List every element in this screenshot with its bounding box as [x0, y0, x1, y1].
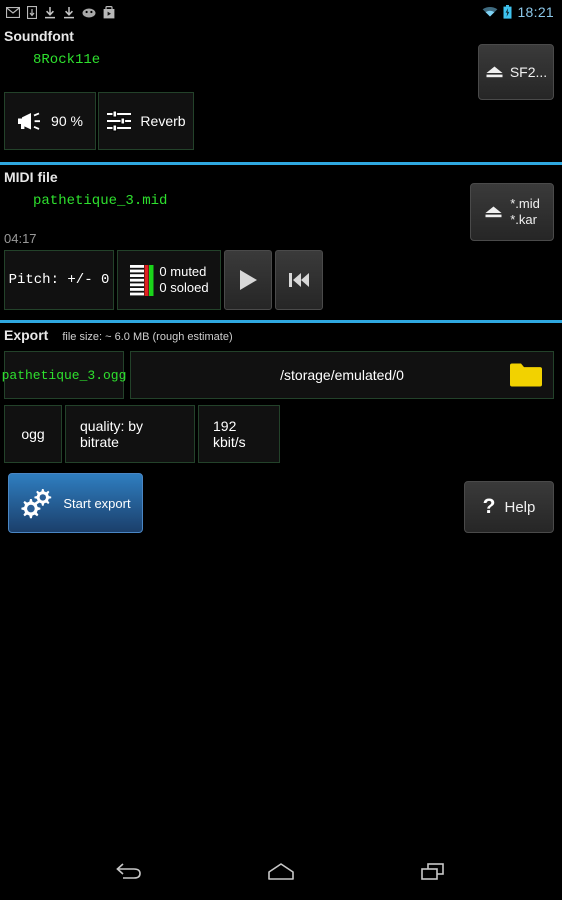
back-icon: [116, 863, 141, 879]
app-icon: [82, 8, 96, 17]
export-filename: pathetique_3.ogg: [1, 367, 127, 383]
format-label: ogg: [21, 426, 45, 442]
reverb-label: Reverb: [140, 113, 186, 129]
export-path: /storage/emulated/0: [280, 367, 404, 383]
muted-count: 0 muted: [159, 264, 207, 279]
nav-home-button[interactable]: [255, 852, 307, 892]
question-mark-icon: ?: [482, 495, 496, 518]
sliders-icon: [107, 110, 132, 132]
download-icon: [64, 6, 74, 18]
gmail-icon: [6, 6, 20, 18]
play-icon: [240, 270, 257, 290]
start-export-label: Start export: [63, 495, 131, 511]
gears-icon: [21, 489, 52, 519]
nav-back-button[interactable]: [103, 852, 155, 892]
sdcard-icon: [27, 5, 37, 19]
volume-label: 90 %: [51, 113, 83, 129]
soundfont-header: Soundfont: [0, 24, 562, 44]
export-filename-button[interactable]: pathetique_3.ogg: [1, 351, 127, 399]
quality-label: quality: by bitrate: [80, 418, 144, 450]
midi-ext-mid: *.mid: [510, 196, 540, 211]
pitch-button[interactable]: Pitch: +/- 0: [4, 250, 114, 310]
export-actions-row: Start export ? Help: [0, 473, 562, 539]
soloed-count: 0 soloed: [159, 280, 209, 295]
export-path-button[interactable]: /storage/emulated/0: [130, 351, 554, 399]
wifi-icon: [483, 7, 498, 17]
soundfont-name: 8Rock11e: [33, 52, 101, 68]
export-header: Export file size: ~ 6.0 MB (rough estima…: [0, 323, 562, 343]
battery-charging-icon: [503, 5, 512, 19]
soundfont-name-row: 8Rock11e SF2...: [0, 44, 562, 100]
recents-icon: [421, 863, 444, 880]
home-icon: [268, 863, 294, 880]
bitrate-label: 192 kbit/s: [213, 418, 246, 450]
load-sf2-button[interactable]: SF2...: [478, 44, 554, 100]
midi-transport-controls: Pitch: +/- 0 0 muted 0 soloed: [0, 250, 562, 310]
eject-icon: [485, 206, 502, 218]
export-title: Export: [4, 327, 49, 343]
status-notification-icons: [6, 5, 115, 19]
nav-recents-button[interactable]: [407, 852, 459, 892]
midi-section: MIDI file pathetique_3.mid *.mid *.kar 0…: [0, 165, 562, 323]
midi-header: MIDI file: [0, 165, 562, 185]
reverb-button[interactable]: Reverb: [98, 92, 194, 150]
download-icon: [45, 6, 55, 18]
soundfont-section: Soundfont 8Rock11e SF2... 90 % Reverb: [0, 24, 562, 165]
bitrate-button[interactable]: 192 kbit/s: [198, 405, 280, 463]
format-button[interactable]: ogg: [4, 405, 62, 463]
megaphone-icon: [18, 112, 41, 130]
rewind-icon: [289, 273, 309, 287]
load-midi-label: *.mid *.kar: [510, 196, 540, 228]
status-bar: 18:21: [0, 0, 562, 24]
mixer-status: 0 muted 0 soloed: [159, 264, 208, 296]
export-destination-row: pathetique_3.ogg /storage/emulated/0: [0, 351, 562, 399]
soundfont-title: Soundfont: [4, 28, 74, 44]
folder-icon: [510, 363, 542, 387]
play-button[interactable]: [224, 250, 272, 310]
start-export-button[interactable]: Start export: [8, 473, 143, 533]
volume-button[interactable]: 90 %: [4, 92, 96, 150]
mixer-icon: [130, 265, 154, 296]
soundfont-controls: 90 % Reverb: [0, 92, 562, 150]
export-filesize: file size: ~ 6.0 MB (rough estimate): [62, 331, 233, 343]
eject-icon: [486, 66, 503, 78]
status-system-icons: 18:21: [482, 4, 554, 20]
help-label: Help: [504, 498, 536, 516]
quality-button[interactable]: quality: by bitrate: [65, 405, 195, 463]
midi-title: MIDI file: [4, 169, 58, 185]
mixer-button[interactable]: 0 muted 0 soloed: [117, 250, 221, 310]
rewind-button[interactable]: [275, 250, 323, 310]
play-store-icon: [103, 5, 115, 18]
export-section: Export file size: ~ 6.0 MB (rough estima…: [0, 323, 562, 539]
midi-ext-kar: *.kar: [510, 212, 537, 227]
export-format-row: ogg quality: by bitrate 192 kbit/s: [0, 405, 562, 463]
pitch-label: Pitch: +/- 0: [8, 272, 110, 288]
status-clock: 18:21: [517, 4, 554, 20]
midi-name-row: pathetique_3.mid *.mid *.kar: [0, 183, 562, 241]
app-screen: 18:21 Soundfont 8Rock11e SF2... 90 % Rev…: [0, 0, 562, 900]
help-button[interactable]: ? Help: [464, 481, 554, 533]
load-sf2-label: SF2...: [509, 64, 548, 80]
midi-file-name: pathetique_3.mid: [33, 193, 168, 209]
load-midi-button[interactable]: *.mid *.kar: [470, 183, 554, 241]
navigation-bar: [0, 844, 562, 900]
